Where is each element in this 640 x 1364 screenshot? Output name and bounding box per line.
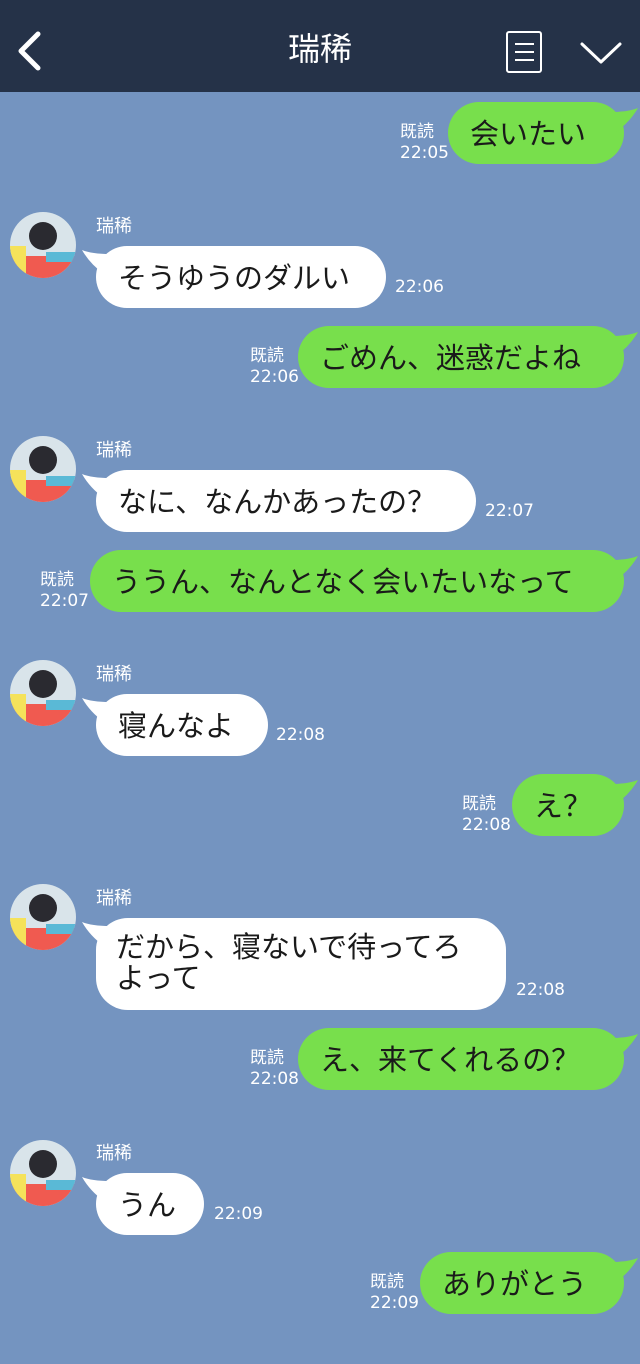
message-text: え、来てくれるの？ — [320, 1043, 581, 1077]
message-bubble[interactable]: ごめん、迷惑だよね — [298, 326, 624, 388]
message-time: 22:08 — [516, 980, 565, 1000]
chevron-down-icon — [580, 42, 622, 64]
message-time: 22:08 — [462, 815, 511, 835]
message-bubble[interactable]: 会いたい — [448, 102, 624, 164]
message-bubble[interactable]: ううん、なんとなく会いたいなって — [90, 550, 624, 612]
message-text-line: よって — [116, 961, 201, 995]
message-bubble[interactable]: え？ — [512, 774, 624, 836]
chat-title: 瑞稀 — [287, 30, 352, 68]
message-text: うん — [118, 1188, 177, 1222]
message-text: 会いたい — [470, 117, 587, 151]
message-text: ごめん、迷惑だよね — [320, 341, 582, 375]
bubble-tail — [610, 1258, 638, 1282]
avatar[interactable] — [10, 660, 76, 726]
bubble-tail — [610, 332, 638, 356]
message-bubble[interactable]: え、来てくれるの？ — [298, 1028, 624, 1090]
collapse-button[interactable] — [578, 36, 624, 72]
sender-name: 瑞稀 — [96, 888, 132, 909]
message-text: そうゆうのダルい — [118, 261, 351, 295]
message-text-line: だから、寝ないで待ってろ — [116, 930, 462, 964]
menu-button[interactable] — [506, 31, 542, 73]
message-time: 22:07 — [485, 501, 534, 521]
read-receipt: 既読 — [370, 1272, 404, 1292]
message-bubble[interactable]: うん — [96, 1173, 204, 1235]
read-receipt: 既読 — [400, 122, 434, 142]
message-time: 22:08 — [276, 725, 325, 745]
sender-name: 瑞稀 — [96, 664, 132, 685]
bubble-tail — [610, 108, 638, 132]
message-time: 22:09 — [214, 1204, 263, 1224]
message-time: 22:06 — [250, 367, 299, 387]
bubble-tail — [610, 1034, 638, 1058]
message-text: え？ — [534, 789, 593, 823]
message-bubble[interactable]: ありがとう — [420, 1252, 624, 1314]
avatar[interactable] — [10, 436, 76, 502]
message-time: 22:06 — [395, 277, 444, 297]
sender-name: 瑞稀 — [96, 216, 132, 237]
read-receipt: 既読 — [250, 346, 284, 366]
message-bubble[interactable]: 寝んなよ — [96, 694, 268, 756]
avatar[interactable] — [10, 212, 76, 278]
sender-name: 瑞稀 — [96, 1143, 132, 1164]
sender-name: 瑞稀 — [96, 440, 132, 461]
message-bubble[interactable]: だから、寝ないで待ってろ よって — [96, 918, 506, 1010]
message-text: ありがとう — [442, 1267, 588, 1301]
read-receipt: 既読 — [40, 570, 74, 590]
message-text: ううん、なんとなく会いたいなって — [112, 565, 574, 599]
bubble-tail — [610, 556, 638, 580]
message-time: 22:09 — [370, 1293, 419, 1313]
bubble-tail — [610, 780, 638, 804]
message-bubble[interactable]: なに、なんかあったの？ — [96, 470, 476, 532]
read-receipt: 既読 — [462, 794, 496, 814]
message-text: 寝んなよ — [118, 709, 235, 743]
message-time: 22:08 — [250, 1069, 299, 1089]
read-receipt: 既読 — [250, 1048, 284, 1068]
message-time: 22:07 — [40, 591, 89, 611]
message-time: 22:05 — [400, 143, 449, 163]
chat-header: 瑞稀 — [0, 0, 640, 92]
message-text: なに、なんかあったの？ — [118, 485, 437, 519]
avatar[interactable] — [10, 1140, 76, 1206]
message-bubble[interactable]: そうゆうのダルい — [96, 246, 386, 308]
avatar[interactable] — [10, 884, 76, 950]
